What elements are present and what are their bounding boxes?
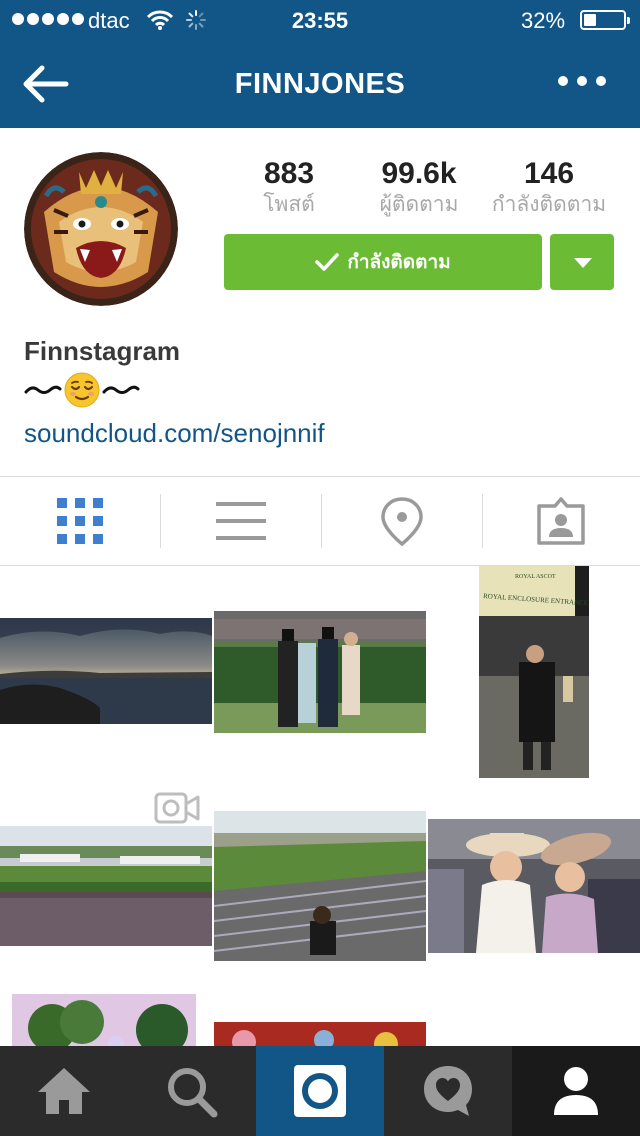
photo-lake-sunset: [0, 618, 212, 724]
search-icon: [168, 1068, 218, 1118]
photo-thumbnail[interactable]: [12, 994, 196, 1046]
followers-stat[interactable]: 99.6k ผู้ติดตาม: [364, 156, 474, 218]
video-camera-icon: [154, 792, 200, 824]
profile-username-title: FINNJONES: [234, 68, 406, 100]
app-root: dtac 23:55 32% FINNJONES 883 โพสต์ 99.6k…: [0, 0, 640, 1136]
map-pin-icon: [381, 497, 423, 547]
tab-photos-of-you[interactable]: [482, 478, 640, 564]
photo-grandstand-view: [214, 811, 426, 961]
following-label: กำลังติดตาม: [491, 193, 607, 216]
checkmark-icon: [315, 253, 340, 271]
camera-icon: [294, 1065, 346, 1117]
relieved-face-emoji-icon: [64, 372, 100, 408]
tab-grid-view[interactable]: [0, 478, 160, 564]
battery-icon: [580, 10, 630, 30]
suggestions-dropdown-button[interactable]: [550, 234, 614, 290]
photo-thumbnail[interactable]: [214, 611, 426, 733]
more-dots-icon: [558, 76, 568, 86]
home-icon: [38, 1068, 90, 1114]
followers-count: 99.6k: [381, 157, 457, 190]
bio-emoji-line: 〰😌〰: [24, 370, 140, 410]
photo-trees-pink-sky: [12, 994, 196, 1046]
photo-thumbnail[interactable]: [0, 618, 212, 724]
photo-thumbnail[interactable]: ROYAL ASCOT ROYAL ENCLOSURE ENTRANCE: [479, 566, 589, 778]
wavy-dash-icon: [102, 385, 140, 394]
photo-thumbnail[interactable]: [428, 819, 640, 953]
heart-bubble-icon: [424, 1066, 472, 1116]
profile-icon: [554, 1067, 598, 1115]
chevron-down-icon: [574, 258, 592, 268]
grid-icon: [57, 498, 103, 544]
tab-photo-map[interactable]: [321, 478, 481, 564]
tab-list-view[interactable]: [160, 478, 320, 564]
bio-full-name: Finnstagram: [24, 336, 181, 366]
photo-racecourse-crowd: [0, 826, 212, 946]
photo-thumbnail[interactable]: [214, 1022, 426, 1046]
followers-label: ผู้ติดตาม: [379, 193, 459, 216]
list-icon: [216, 502, 266, 540]
photo-royal-enclosure: ROYAL ASCOT ROYAL ENCLOSURE ENTRANCE: [479, 566, 589, 778]
tabbar-profile[interactable]: [512, 1046, 640, 1136]
tagged-person-icon: [537, 497, 585, 545]
following-button-label: กำลังติดตาม: [347, 252, 451, 273]
sign-text-line1: ROYAL ASCOT: [515, 574, 556, 580]
battery-percent: 32%: [521, 8, 566, 33]
photo-thumbnail[interactable]: [0, 826, 212, 946]
tabbar-camera[interactable]: [256, 1046, 384, 1136]
posts-count: 883: [263, 157, 315, 190]
photo-balloons: [214, 1022, 426, 1046]
posts-stat[interactable]: 883 โพสต์: [236, 156, 342, 218]
wavy-dash-icon: [24, 385, 62, 394]
bottom-tab-bar: [0, 1046, 640, 1136]
tabbar-activity[interactable]: [384, 1046, 512, 1136]
photo-thumbnail[interactable]: [214, 811, 426, 961]
status-bar: dtac 23:55 32%: [0, 0, 640, 40]
more-options-button[interactable]: [558, 76, 606, 86]
following-button[interactable]: กำลังติดตาม: [224, 234, 542, 290]
top-bar: dtac 23:55 32% FINNJONES: [0, 0, 640, 128]
following-stat[interactable]: 146 กำลังติดตาม: [486, 156, 612, 218]
tabbar-home[interactable]: [0, 1046, 128, 1136]
following-count: 146: [523, 157, 575, 190]
bio-website-link[interactable]: soundcloud.com/senojnnif: [24, 418, 325, 449]
divider: [0, 476, 640, 477]
photo-ladies-hats: [428, 819, 640, 953]
photo-ascot-group: [214, 611, 426, 733]
posts-label: โพสต์: [263, 193, 315, 216]
avatar[interactable]: [24, 152, 178, 306]
tabbar-explore[interactable]: [128, 1046, 256, 1136]
